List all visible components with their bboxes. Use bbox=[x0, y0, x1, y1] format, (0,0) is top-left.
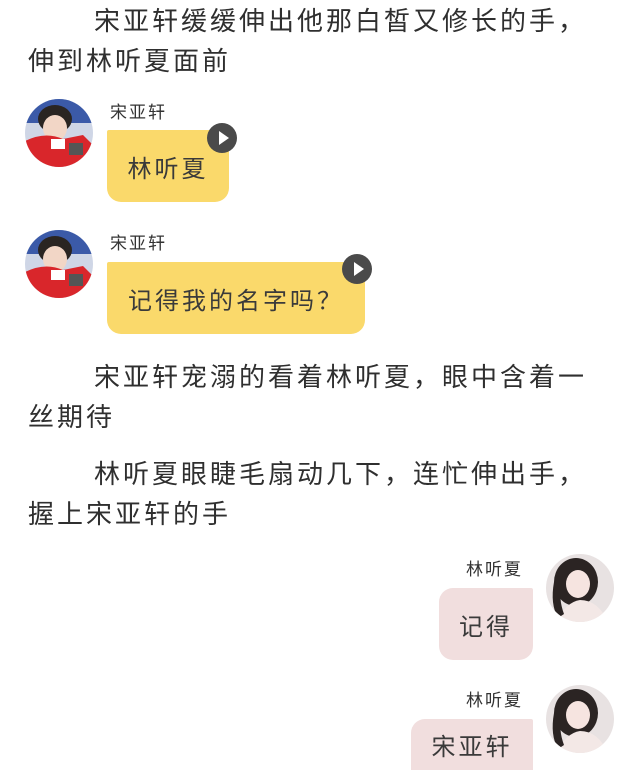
female-avatar-icon bbox=[546, 685, 614, 753]
narration-paragraph: 林听夏眼睫毛扇动几下，连忙伸出手，握上宋亚轩的手 bbox=[28, 460, 588, 530]
chat-bubble[interactable]: 记得我的名字吗？ bbox=[107, 262, 365, 334]
chat-bubble[interactable]: 记得 bbox=[439, 588, 533, 660]
speaker-name: 宋亚轩 bbox=[110, 103, 167, 123]
narration-paragraph: 宋亚轩缓缓伸出他那白皙又修长的手，伸到林听夏面前 bbox=[28, 7, 588, 77]
avatar[interactable] bbox=[25, 230, 93, 298]
play-icon[interactable] bbox=[207, 123, 237, 153]
play-icon[interactable] bbox=[342, 254, 372, 284]
speaker-name: 林听夏 bbox=[466, 691, 523, 711]
female-avatar-icon bbox=[546, 554, 614, 622]
male-avatar-icon bbox=[25, 230, 93, 298]
narration-paragraph: 宋亚轩宠溺的看着林听夏，眼中含着一丝期待 bbox=[28, 363, 588, 433]
avatar[interactable] bbox=[546, 685, 614, 753]
speaker-name: 林听夏 bbox=[466, 560, 523, 580]
speaker-name: 宋亚轩 bbox=[110, 234, 167, 254]
avatar[interactable] bbox=[25, 99, 93, 167]
male-avatar-icon bbox=[25, 99, 93, 167]
avatar[interactable] bbox=[546, 554, 614, 622]
chat-bubble[interactable]: 宋亚轩 bbox=[411, 719, 533, 770]
